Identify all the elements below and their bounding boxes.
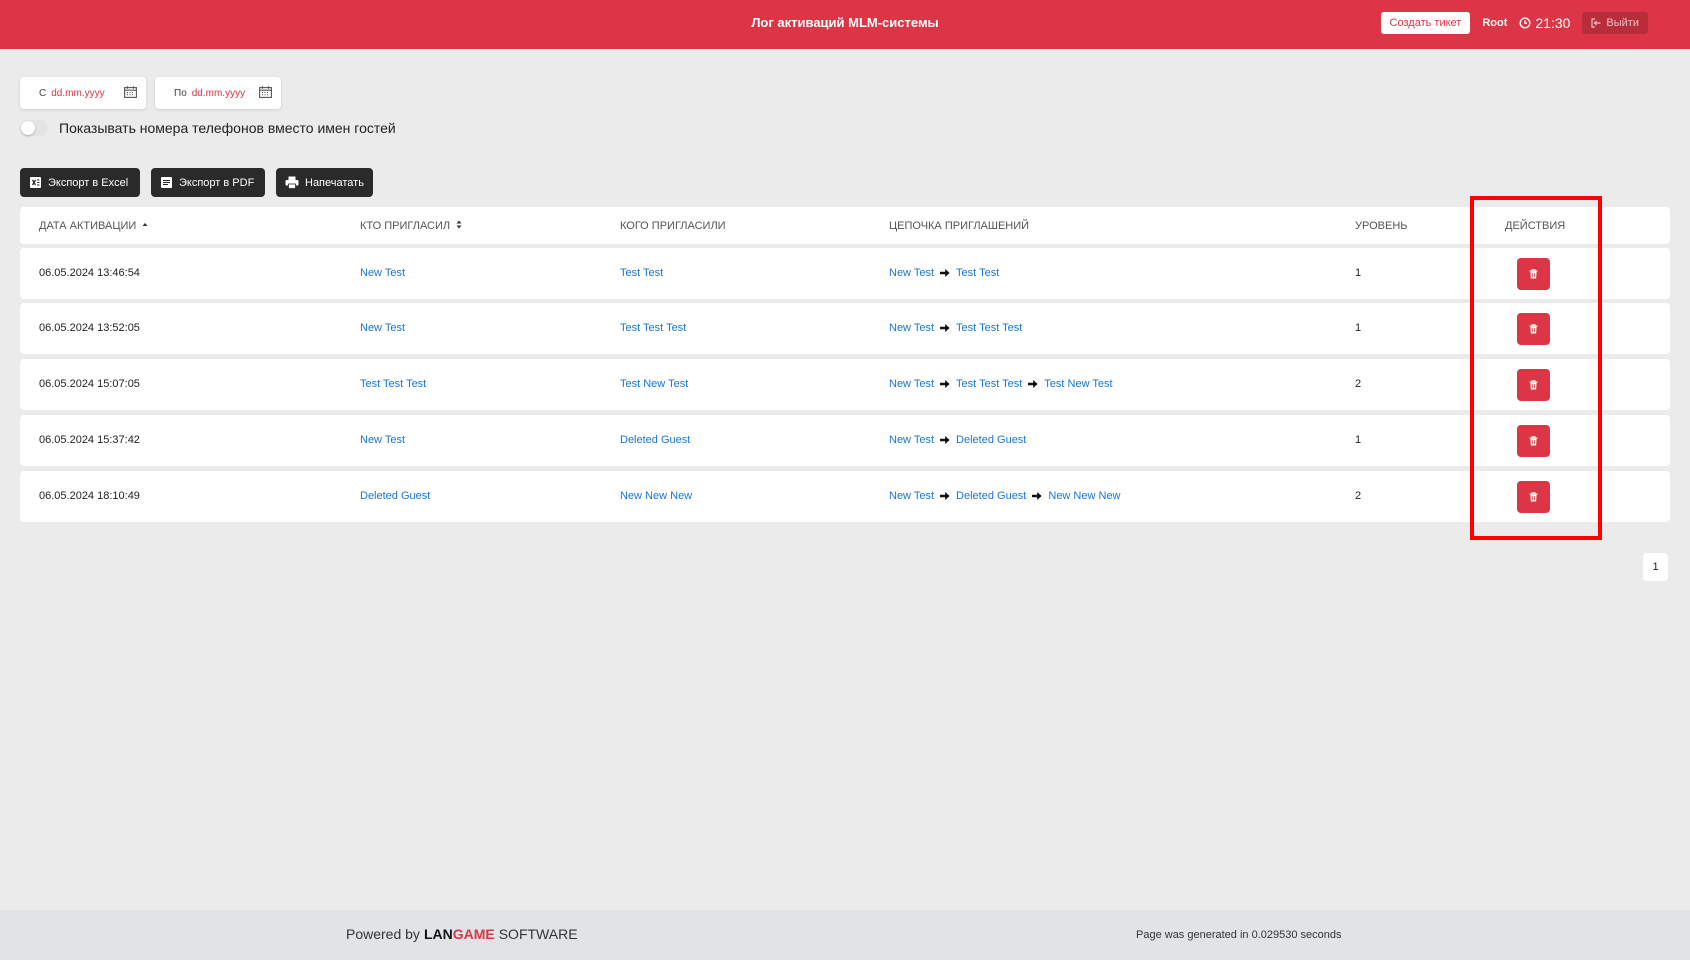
powered-by-label: Powered by <box>346 926 420 942</box>
table-row: 06.05.2024 18:10:49 Deleted Guest New Ne… <box>20 471 1670 522</box>
export-excel-button[interactable]: Экспорт в Excel <box>20 168 140 197</box>
pdf-icon <box>161 177 172 188</box>
print-label: Напечатать <box>305 176 364 189</box>
chain-link[interactable]: New New New <box>1048 490 1120 502</box>
sort-icon[interactable] <box>456 220 462 229</box>
chain-link[interactable]: New Test <box>889 490 934 502</box>
logout-button[interactable]: Выйти <box>1582 12 1648 34</box>
column-header-chain: ЦЕПОЧКА ПРИГЛАШЕНИЙ <box>889 220 1030 232</box>
table-header: ДАТА АКТИВАЦИИ КТО ПРИГЛАСИЛ КОГО ПРИГЛА… <box>20 207 1670 244</box>
column-header-label: ДАТА АКТИВАЦИИ <box>39 220 137 232</box>
arrow-right-icon <box>940 436 950 444</box>
user-name[interactable]: Root <box>1482 17 1507 29</box>
logout-icon <box>1591 18 1601 28</box>
inviter-link[interactable]: Test Test Test <box>360 378 426 390</box>
invited-link[interactable]: Test New Test <box>620 378 688 390</box>
activation-date: 06.05.2024 15:07:05 <box>39 378 140 390</box>
invitation-chain: New Test Deleted Guest New New New <box>889 490 1121 502</box>
invitation-chain: New Test Test Test Test Test New Test <box>889 378 1113 390</box>
chain-link[interactable]: Test Test Test <box>956 378 1022 390</box>
sort-asc-icon[interactable] <box>142 222 148 229</box>
level-value: 1 <box>1355 267 1362 279</box>
chain-link[interactable]: Deleted Guest <box>956 434 1026 446</box>
date-from-field[interactable]: С dd.mm.yyyy <box>20 77 146 109</box>
invited-link[interactable]: Deleted Guest <box>620 434 690 446</box>
invitation-chain: New Test Test Test Test <box>889 322 1022 334</box>
level-value: 2 <box>1355 490 1362 502</box>
chain-link[interactable]: Deleted Guest <box>956 490 1026 502</box>
inviter-link[interactable]: New Test <box>360 322 405 334</box>
clock: 21:30 <box>1519 15 1570 31</box>
column-header-level: УРОВЕНЬ <box>1355 220 1408 232</box>
invitation-chain: New Test Test Test <box>889 267 999 279</box>
date-to-field[interactable]: По dd.mm.yyyy <box>155 77 281 109</box>
clock-time: 21:30 <box>1535 15 1571 31</box>
date-to-placeholder: dd.mm.yyyy <box>191 87 246 99</box>
highlight-box <box>1470 196 1602 540</box>
column-header-activation-date[interactable]: ДАТА АКТИВАЦИИ <box>39 220 148 232</box>
logo-game: GAME <box>452 926 495 942</box>
export-excel-label: Экспорт в Excel <box>48 176 129 189</box>
clock-icon <box>1519 17 1531 29</box>
invited-link[interactable]: Test Test Test <box>620 322 686 334</box>
column-header-label: КТО ПРИГЛАСИЛ <box>360 220 451 232</box>
phone-toggle-label: Показывать номера телефонов вместо имен … <box>59 120 396 136</box>
activation-date: 06.05.2024 13:46:54 <box>39 267 140 279</box>
print-button[interactable]: Напечатать <box>276 168 373 197</box>
table-row: 06.05.2024 15:07:05 Test Test Test Test … <box>20 359 1670 410</box>
logo-lan: LAN <box>423 926 453 942</box>
pagination-page[interactable]: 1 <box>1643 553 1668 581</box>
top-bar-actions: Создать тикет Root 21:30 Выйти <box>1380 12 1648 34</box>
inviter-link[interactable]: New Test <box>360 434 405 446</box>
arrow-right-icon <box>940 324 950 332</box>
table-row: 06.05.2024 15:37:42 New Test Deleted Gue… <box>20 415 1670 466</box>
table-row: 06.05.2024 13:52:05 New Test Test Test T… <box>20 303 1670 354</box>
arrow-right-icon <box>940 492 950 500</box>
activation-date: 06.05.2024 13:52:05 <box>39 322 140 334</box>
chain-link[interactable]: New Test <box>889 434 934 446</box>
create-ticket-button[interactable]: Создать тикет <box>1380 12 1471 34</box>
calendar-icon[interactable] <box>259 86 272 98</box>
inviter-link[interactable]: New Test <box>360 267 405 279</box>
chain-link[interactable]: New Test <box>889 267 934 279</box>
arrow-right-icon <box>1028 380 1038 388</box>
chain-link[interactable]: Test Test Test <box>956 322 1022 334</box>
date-from-placeholder: dd.mm.yyyy <box>51 87 105 99</box>
excel-icon <box>30 177 41 188</box>
chain-link[interactable]: Test Test <box>956 267 999 279</box>
toggle-knob <box>21 121 35 135</box>
arrow-right-icon <box>940 269 950 277</box>
export-pdf-button[interactable]: Экспорт в PDF <box>151 168 265 197</box>
column-header-invited: КОГО ПРИГЛАСИЛИ <box>620 220 726 232</box>
chain-link[interactable]: New Test <box>889 322 934 334</box>
arrow-right-icon <box>940 380 950 388</box>
activation-date: 06.05.2024 15:37:42 <box>39 434 140 446</box>
printer-icon <box>285 176 299 189</box>
table-row: 06.05.2024 13:46:54 New Test Test Test N… <box>20 248 1670 299</box>
level-value: 1 <box>1355 322 1362 334</box>
chain-link[interactable]: New Test <box>889 378 934 390</box>
invited-link[interactable]: Test Test <box>620 267 663 279</box>
date-to-label: По <box>174 87 187 99</box>
level-value: 1 <box>1355 434 1362 446</box>
chain-link[interactable]: Test New Test <box>1044 378 1112 390</box>
activation-date: 06.05.2024 18:10:49 <box>39 490 140 502</box>
logo-software: SOFTWARE <box>498 926 578 942</box>
langame-logo[interactable]: LANGAME <box>424 926 495 942</box>
top-bar: Лог активаций MLM-системы Создать тикет … <box>0 0 1690 49</box>
calendar-icon[interactable] <box>124 86 137 98</box>
footer <box>0 910 1690 960</box>
arrow-right-icon <box>1032 492 1042 500</box>
export-pdf-label: Экспорт в PDF <box>179 176 255 189</box>
invited-link[interactable]: New New New <box>620 490 692 502</box>
date-from-label: С <box>39 87 47 99</box>
inviter-link[interactable]: Deleted Guest <box>360 490 430 502</box>
generation-time: Page was generated in 0.029530 seconds <box>1136 929 1342 941</box>
column-header-inviter[interactable]: КТО ПРИГЛАСИЛ <box>360 220 462 232</box>
phone-toggle[interactable] <box>20 120 48 136</box>
level-value: 2 <box>1355 378 1362 390</box>
powered-by: Powered by LANGAME SOFTWARE <box>346 926 578 942</box>
logout-label: Выйти <box>1606 17 1639 29</box>
invitation-chain: New Test Deleted Guest <box>889 434 1026 446</box>
